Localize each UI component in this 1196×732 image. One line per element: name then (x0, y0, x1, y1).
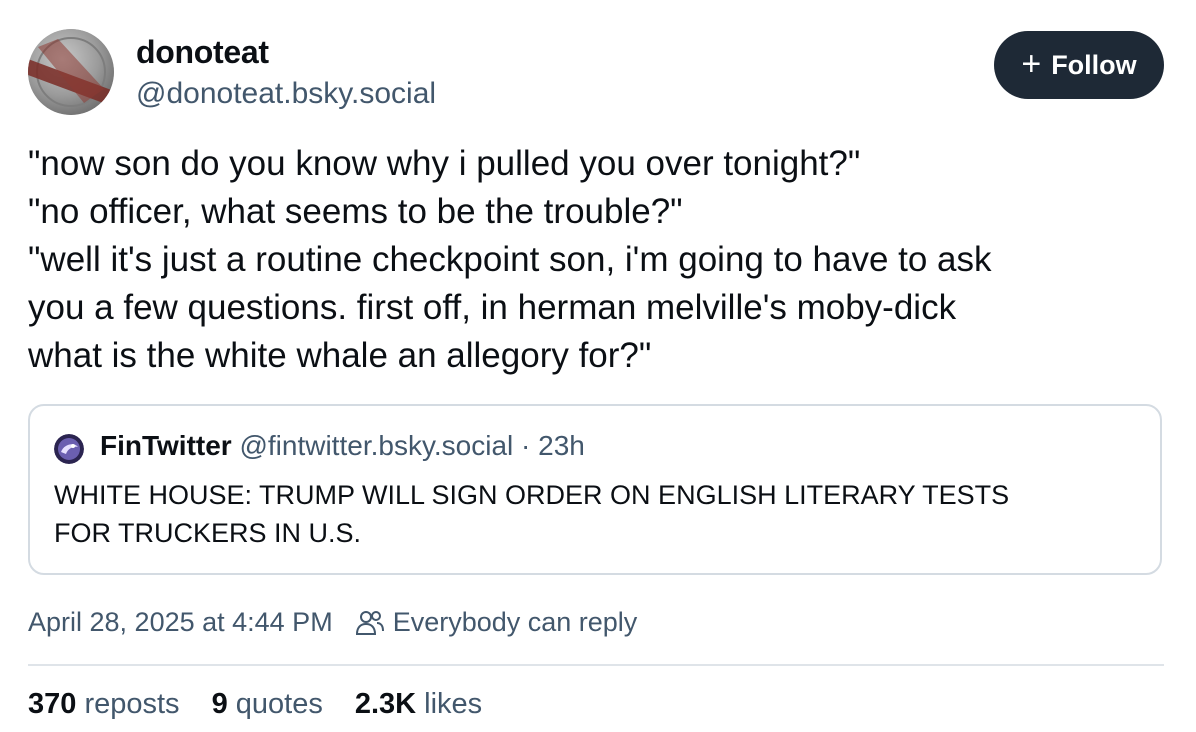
coin-avatar-icon (28, 29, 114, 115)
follow-button[interactable]: + Follow (994, 31, 1164, 99)
quoted-post-text-line: WHITE HOUSE: TRUMP WILL SIGN ORDER ON EN… (54, 480, 1010, 510)
post-text-line: "no officer, what seems to be the troubl… (28, 192, 683, 231)
plus-icon: + (1021, 44, 1042, 83)
quoted-post-time: 23h (538, 430, 585, 461)
quotes-label: quotes (235, 688, 323, 720)
reposts-count: 370 (28, 688, 77, 720)
post-text-line: you a few questions. first off, in herma… (28, 288, 957, 327)
post-text: "now son do you know why i pulled you ov… (28, 140, 1168, 380)
quotes-stat[interactable]: 9 quotes (212, 688, 323, 721)
quoted-post-text: WHITE HOUSE: TRUMP WILL SIGN ORDER ON EN… (54, 476, 1144, 552)
reply-setting[interactable]: Everybody can reply (393, 607, 638, 638)
follow-button-label: Follow (1051, 49, 1137, 80)
likes-label: likes (424, 688, 483, 720)
fintwitter-avatar-icon (54, 434, 84, 464)
likes-stat[interactable]: 2.3K likes (355, 688, 482, 721)
post-text-line: "now son do you know why i pulled you ov… (28, 144, 861, 183)
reposts-stat[interactable]: 370 reposts (28, 688, 180, 721)
reposts-label: reposts (84, 688, 180, 720)
quoted-post-card[interactable]: FinTwitter @fintwitter.bsky.social · 23h… (28, 404, 1162, 575)
author-avatar[interactable] (28, 29, 114, 115)
engagement-stats: 370 reposts 9 quotes 2.3K likes (28, 688, 514, 721)
quoted-post-text-line: FOR TRUCKERS IN U.S. (54, 518, 362, 548)
post-timestamp: April 28, 2025 at 4:44 PM (28, 607, 333, 637)
author-display-name[interactable]: donoteat (136, 34, 269, 71)
people-icon (355, 609, 385, 637)
author-handle[interactable]: @donoteat.bsky.social (136, 77, 436, 111)
post-text-line: "well it's just a routine checkpoint son… (28, 240, 992, 279)
meta-separator: · (521, 430, 531, 461)
post-meta-row: April 28, 2025 at 4:44 PM Everybody can … (28, 607, 637, 638)
likes-count: 2.3K (354, 688, 417, 720)
post-text-line: what is the white whale an allegory for?… (28, 336, 652, 375)
quoted-post-header: FinTwitter @fintwitter.bsky.social · 23h (100, 430, 585, 462)
quotes-count: 9 (211, 688, 228, 720)
quoted-author-handle: @fintwitter.bsky.social (239, 430, 514, 461)
quoted-author-name: FinTwitter (100, 430, 232, 461)
divider (28, 664, 1164, 666)
